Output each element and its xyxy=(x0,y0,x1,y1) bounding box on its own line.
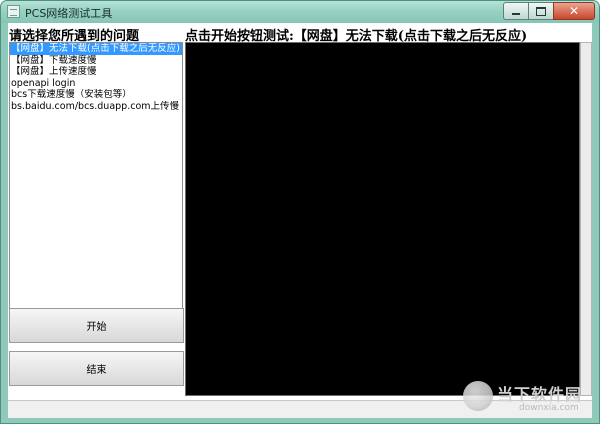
app-window: PCS网络测试工具 ✕ 请选择您所遇到的问题 点击开始按钮测试:【网盘】无法下载… xyxy=(0,0,600,424)
stop-button[interactable]: 结束 xyxy=(9,351,184,386)
list-item[interactable]: 【网盘】下载速度慢 xyxy=(10,55,182,67)
downxia-logo-icon xyxy=(463,381,493,411)
close-icon: ✕ xyxy=(568,4,580,18)
list-item[interactable]: bs.baidu.com/bcs.duapp.com上传慢 xyxy=(10,101,182,113)
list-item[interactable]: openapi login xyxy=(10,78,182,90)
list-item[interactable]: 【网盘】上传速度慢 xyxy=(10,66,182,78)
minimize-icon xyxy=(512,13,520,15)
title-bar[interactable]: PCS网络测试工具 ✕ xyxy=(1,1,599,23)
problem-list[interactable]: 【网盘】无法下载(点击下载之后无反应) 【网盘】下载速度慢 【网盘】上传速度慢 ope… xyxy=(9,42,183,320)
window-title: PCS网络测试工具 xyxy=(25,7,113,20)
window-controls: ✕ xyxy=(503,2,595,20)
close-button[interactable]: ✕ xyxy=(553,2,595,20)
watermark-url: downxia.com xyxy=(519,403,579,413)
output-console[interactable] xyxy=(185,42,580,396)
console-scrollbar[interactable] xyxy=(580,42,592,396)
site-watermark: 当下软件园 downxia.com xyxy=(463,379,588,417)
watermark-title: 当下软件园 xyxy=(497,385,583,404)
minimize-button[interactable] xyxy=(503,2,528,20)
list-item[interactable]: 【网盘】无法下载(点击下载之后无反应) xyxy=(10,43,182,55)
app-icon xyxy=(7,5,20,18)
client-area: 请选择您所遇到的问题 点击开始按钮测试:【网盘】无法下载(点击下载之后无反应) … xyxy=(8,23,592,418)
maximize-icon xyxy=(536,6,546,16)
list-item[interactable]: bcs下载速度慢（安装包等） xyxy=(10,89,182,101)
start-button[interactable]: 开始 xyxy=(9,308,184,343)
maximize-button[interactable] xyxy=(528,2,553,20)
